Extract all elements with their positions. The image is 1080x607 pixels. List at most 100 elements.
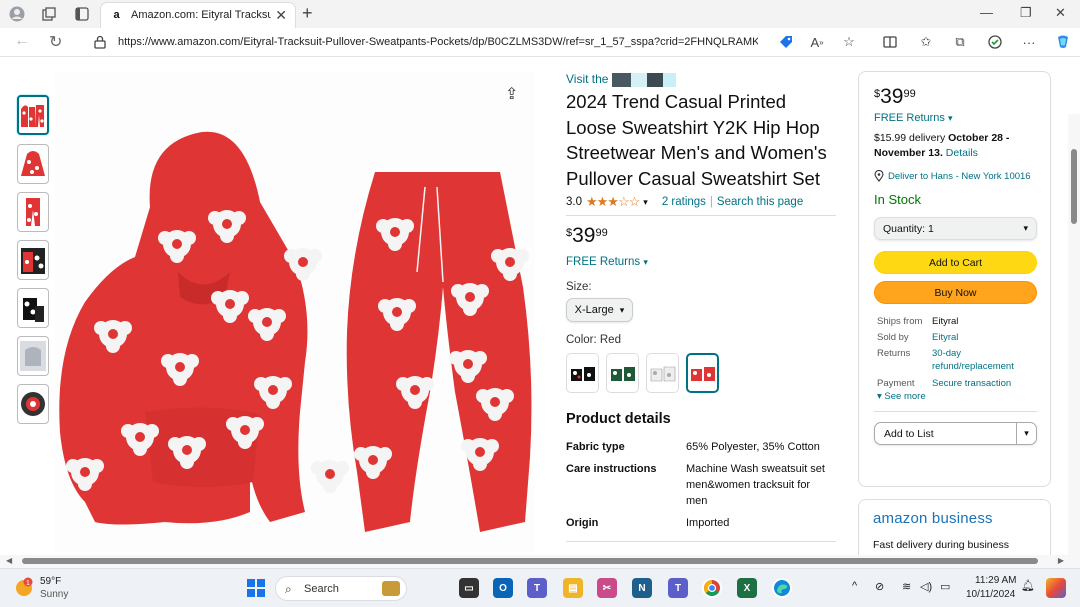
see-more-link[interactable]: ▾ See more (877, 391, 1039, 402)
scroll-left-icon[interactable]: ◀ (6, 556, 12, 565)
detail-row-origin: Origin Imported (566, 515, 846, 531)
wifi-icon[interactable]: ≋ (902, 580, 911, 593)
outlook-icon[interactable]: O (493, 578, 513, 598)
volume-icon[interactable]: ◁) (920, 580, 932, 593)
address-toolbar: ← ↻ https://www.amazon.com/Eityral-Track… (0, 28, 1080, 57)
color-swatch-white[interactable] (646, 353, 679, 393)
add-to-cart-button[interactable]: Add to Cart (874, 251, 1037, 274)
payment-link[interactable]: Secure transaction (932, 377, 1032, 390)
snipping-tool-icon[interactable]: ✂ (597, 578, 617, 598)
excel-icon[interactable]: X (737, 578, 757, 598)
delivery-info: $15.99 delivery October 28 - November 13… (874, 131, 1039, 161)
chevron-down-icon[interactable]: ▾ (643, 197, 648, 208)
delivery-details-link[interactable]: Details (946, 147, 978, 159)
vertical-scrollbar[interactable] (1068, 114, 1080, 568)
thumbnail-3[interactable] (17, 192, 49, 232)
dynamics-icon[interactable]: N (632, 578, 652, 598)
quantity-select[interactable]: Quantity: 1 ▾ (874, 217, 1037, 240)
refresh-icon[interactable]: ↻ (49, 32, 62, 52)
free-returns-link[interactable]: FREE Returns ▾ (566, 256, 846, 268)
rating-stars-icon[interactable]: ★★★☆☆ (586, 194, 640, 210)
sold-by-link[interactable]: Eityral (932, 331, 1032, 344)
amazon-business-logo[interactable]: amazon business (873, 510, 993, 527)
color-swatch-red[interactable] (686, 353, 719, 393)
weather-icon[interactable]: 1 (14, 577, 34, 597)
vertical-scrollbar-thumb[interactable] (1071, 149, 1077, 224)
minimize-icon[interactable]: — (980, 5, 993, 20)
divider (874, 411, 1037, 412)
edge-icon[interactable] (772, 578, 792, 598)
color-swatch-black-red[interactable] (566, 353, 599, 393)
horizontal-scrollbar[interactable]: ◀ ▶ (0, 555, 1080, 568)
thumbnail-7[interactable] (17, 384, 49, 424)
horizontal-scrollbar-thumb[interactable] (22, 558, 1038, 564)
thumbnail-6[interactable] (17, 336, 49, 376)
add-to-list-button[interactable]: Add to List ▾ (874, 422, 1037, 445)
color-swatch-green[interactable] (606, 353, 639, 393)
returns-link[interactable]: 30-day refund/replacement (932, 347, 1032, 373)
rating-separator: | (709, 196, 713, 208)
ratings-count-link[interactable]: 2 ratings (662, 196, 706, 208)
copilot-icon[interactable] (1054, 33, 1072, 51)
start-icon[interactable] (246, 578, 266, 598)
collections-icon[interactable]: ⧉ (951, 33, 969, 51)
task-view-icon[interactable]: ▭ (459, 578, 479, 598)
read-aloud-icon[interactable]: A» (808, 33, 826, 51)
size-select[interactable]: X-Large ▾ (566, 298, 633, 322)
free-returns-label: FREE Returns (874, 112, 945, 124)
more-menu-icon[interactable]: ··· (1020, 33, 1038, 51)
new-tab-icon[interactable]: + (302, 3, 313, 24)
battery-icon[interactable]: ▭ (940, 580, 950, 593)
teams-icon[interactable]: T (527, 578, 547, 598)
browser-essentials-icon[interactable] (986, 33, 1004, 51)
favorites-icon[interactable]: ✩ (917, 33, 935, 51)
chevron-up-icon[interactable]: ^ (852, 580, 857, 592)
thumbnail-4[interactable] (17, 240, 49, 280)
search-this-page-link[interactable]: Search this page (717, 196, 803, 208)
location-pin-icon (874, 170, 884, 182)
tab-actions-icon[interactable] (73, 5, 91, 23)
thumbnail-1[interactable] (17, 95, 49, 135)
restore-icon[interactable]: ❐ (1020, 5, 1032, 21)
visit-label: Visit the (566, 72, 609, 86)
thumbnail-2[interactable] (17, 144, 49, 184)
divider (566, 215, 836, 216)
favorite-star-icon[interactable]: ☆ (840, 33, 858, 51)
payment-row: Payment Secure transaction (877, 377, 1039, 390)
security-icon[interactable]: ⊘ (875, 580, 884, 593)
main-product-image[interactable] (55, 72, 535, 552)
detail-row-fabric: Fabric type 65% Polyester, 35% Cotton (566, 439, 846, 455)
detail-value: Machine Wash sweatsuit set men&women tra… (686, 463, 825, 507)
browser-tab-active[interactable]: a Amazon.com: Eityral Tracksuit for ✕ (100, 2, 296, 28)
visit-store-link[interactable]: Visit the (566, 72, 846, 88)
share-icon[interactable]: ⇪ (505, 84, 518, 104)
notification-bell-icon[interactable]: 🔔︎ (1021, 579, 1035, 592)
product-page: ⇪ Visit the 2024 Trend Casual Printed Lo… (0, 57, 1080, 568)
clock-time[interactable]: 11:29 AM (975, 575, 1017, 586)
clock-date[interactable]: 10/11/2024 (966, 589, 1015, 600)
info-key: Returns (877, 348, 911, 359)
deliver-to-link[interactable]: Deliver to Hans - New York 10016 (874, 170, 1039, 182)
workspaces-icon[interactable] (40, 5, 58, 23)
teams-work-icon[interactable]: T (668, 578, 688, 598)
size-label: Size: (566, 281, 592, 293)
buybox-free-returns-link[interactable]: FREE Returns ▾ (874, 112, 1039, 124)
url-field[interactable]: https://www.amazon.com/Eityral-Tracksuit… (86, 31, 774, 54)
product-details-heading: Product details (566, 411, 671, 427)
split-screen-icon[interactable] (881, 33, 899, 51)
coupon-icon[interactable] (777, 33, 795, 51)
scroll-right-icon[interactable]: ▶ (1058, 556, 1064, 565)
copilot-taskbar-icon[interactable] (1046, 578, 1066, 598)
chevron-down-icon[interactable]: ▾ (1016, 423, 1036, 444)
divider (566, 541, 836, 542)
profile-icon[interactable] (8, 5, 26, 23)
chrome-icon[interactable] (702, 578, 722, 598)
back-icon[interactable]: ← (14, 32, 30, 50)
close-tab-icon[interactable]: ✕ (275, 7, 287, 24)
close-window-icon[interactable]: ✕ (1055, 5, 1066, 21)
price-whole: 39 (880, 85, 904, 108)
buy-now-button[interactable]: Buy Now (874, 281, 1037, 304)
thumbnail-5[interactable] (17, 288, 49, 328)
taskbar-search[interactable]: ⌕ Search (275, 576, 407, 601)
file-explorer-icon[interactable]: ▤ (563, 578, 583, 598)
